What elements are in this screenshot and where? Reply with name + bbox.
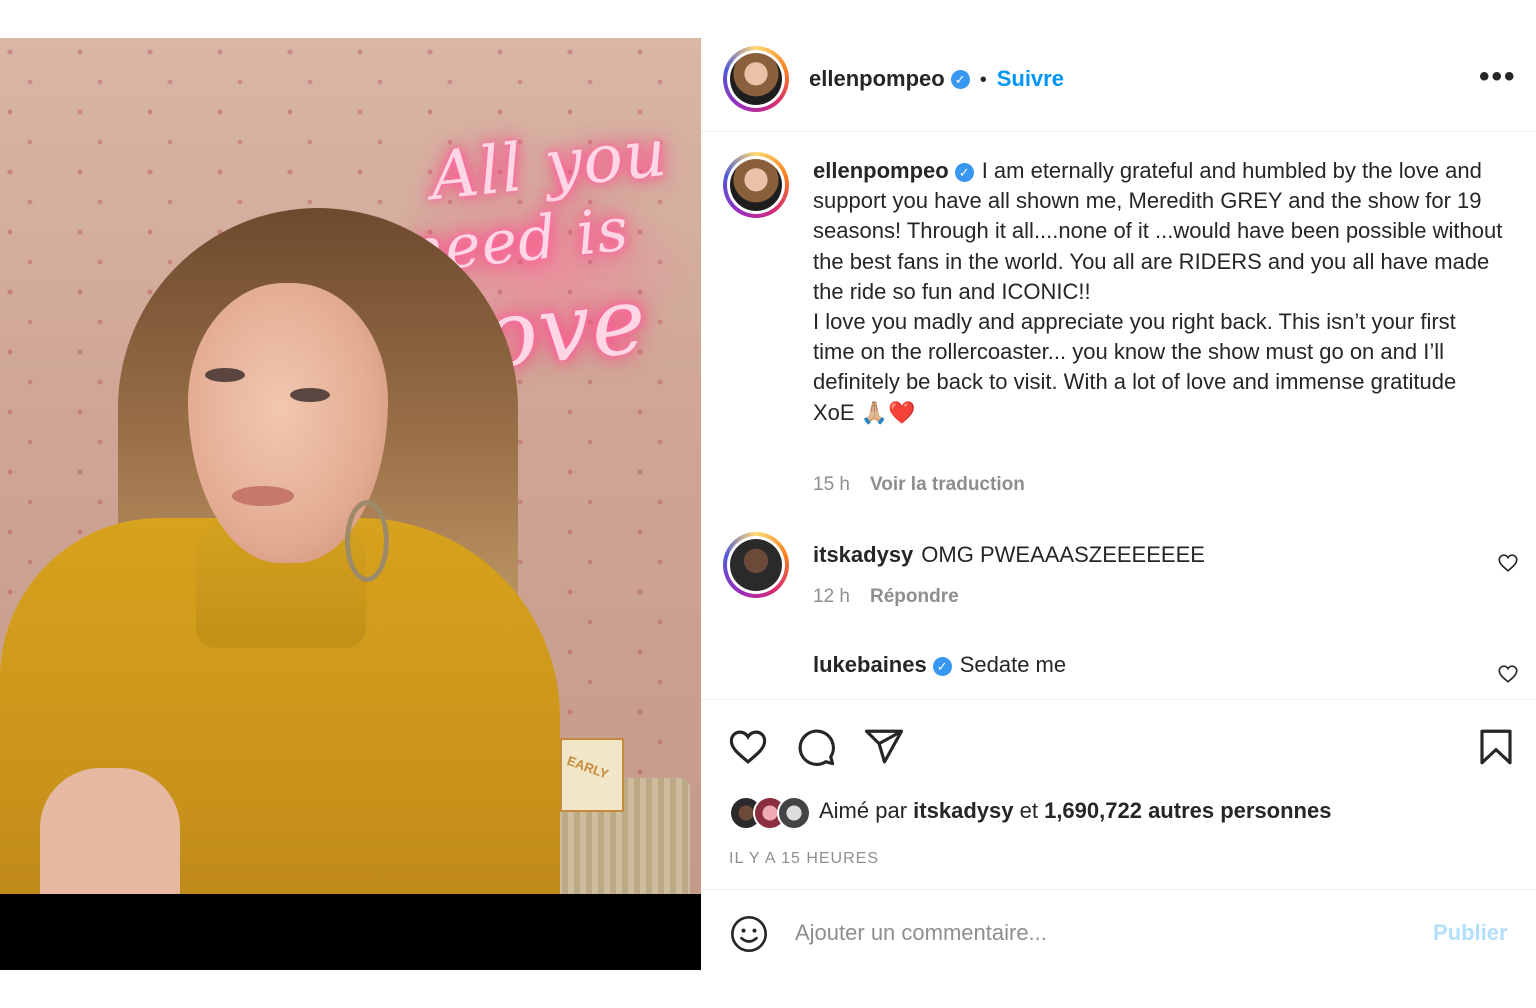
like-heart-icon[interactable]	[727, 726, 769, 768]
save-bookmark-icon[interactable]	[1475, 726, 1517, 768]
caption-age: 15 h	[813, 474, 850, 495]
share-send-icon[interactable]	[863, 726, 905, 768]
post-photo[interactable]: All you need is Love EARLY	[0, 38, 701, 894]
emoji-icon[interactable]	[729, 914, 769, 954]
comment-text: Sedate me	[959, 652, 1067, 677]
author-avatar[interactable]	[723, 46, 789, 112]
separator-dot: •	[979, 69, 987, 91]
comment-age: 12 h	[813, 586, 850, 607]
comment-input[interactable]	[793, 910, 1397, 956]
eye	[205, 368, 245, 382]
liker-avatar	[777, 796, 811, 830]
lips	[232, 486, 294, 506]
verified-badge-icon: ✓	[954, 163, 974, 182]
caption: ellenpompeo ✓ I am eternally grateful and …	[813, 156, 1503, 428]
translate-link[interactable]: Voir la traduction	[870, 474, 1025, 495]
comment-like-heart-icon[interactable]	[1497, 663, 1519, 685]
caption-avatar[interactable]	[723, 152, 789, 218]
header-user: ellenpompeo ✓ • Suivre	[809, 66, 1064, 92]
verified-badge-icon: ✓	[932, 657, 952, 676]
likes-count[interactable]: 1,690,722 autres personnes	[1044, 798, 1331, 823]
caption-meta: 15 h Voir la traduction	[813, 474, 1025, 496]
more-options-icon[interactable]: •••	[1479, 60, 1517, 94]
caption-text: I am eternally grateful and humbled by t…	[813, 158, 1503, 425]
comment-bubble-icon[interactable]	[795, 726, 837, 768]
header-username[interactable]: ellenpompeo	[809, 66, 945, 91]
likes-connector: et	[1019, 798, 1038, 823]
comment-username[interactable]: itskadysy	[813, 542, 913, 567]
post-timestamp[interactable]: IL Y A 15 HEURES	[729, 850, 879, 868]
likes-summary[interactable]: Aimé par itskadysy et 1,690,722 autres p…	[729, 796, 1429, 830]
reply-button[interactable]: Répondre	[870, 586, 959, 607]
add-comment-bar: Publier	[701, 889, 1536, 971]
publish-button[interactable]: Publier	[1433, 920, 1508, 946]
comments-section[interactable]: ellenpompeo ✓ I am eternally grateful and …	[701, 132, 1536, 699]
follow-button[interactable]: Suivre	[997, 66, 1064, 91]
avatar-image	[730, 159, 782, 211]
post-details-panel: ellenpompeo ✓ • Suivre ••• ellenpompeo ✓ I am…	[701, 38, 1536, 970]
comment-avatar[interactable]	[723, 532, 789, 598]
caption-username[interactable]: ellenpompeo	[813, 158, 949, 183]
carton-label: EARLY	[565, 752, 611, 782]
likes-prefix: Aimé par	[819, 798, 908, 823]
earring	[345, 500, 389, 582]
likes-user[interactable]: itskadysy	[913, 798, 1013, 823]
hand	[40, 768, 180, 894]
comment-meta: 12 h Répondre	[813, 586, 959, 608]
comment-like-heart-icon[interactable]	[1497, 552, 1519, 574]
eye	[290, 388, 330, 402]
comment-body: lukebaines ✓ Sedate me	[813, 652, 1066, 678]
comment-body: itskadysy OMG PWEAAASZEEEEEEE	[813, 542, 1205, 568]
likes-text: Aimé par itskadysy et 1,690,722 autres p…	[819, 798, 1331, 824]
carton: EARLY	[560, 738, 624, 812]
comment-text: OMG PWEAAASZEEEEEEE	[921, 542, 1205, 567]
post-actions: Aimé par itskadysy et 1,690,722 autres p…	[701, 699, 1536, 890]
post-header: ellenpompeo ✓ • Suivre •••	[701, 38, 1536, 132]
avatar-image	[730, 539, 782, 591]
avatar-image	[730, 53, 782, 105]
verified-badge-icon: ✓	[950, 70, 970, 89]
comment-username[interactable]: lukebaines	[813, 652, 927, 677]
